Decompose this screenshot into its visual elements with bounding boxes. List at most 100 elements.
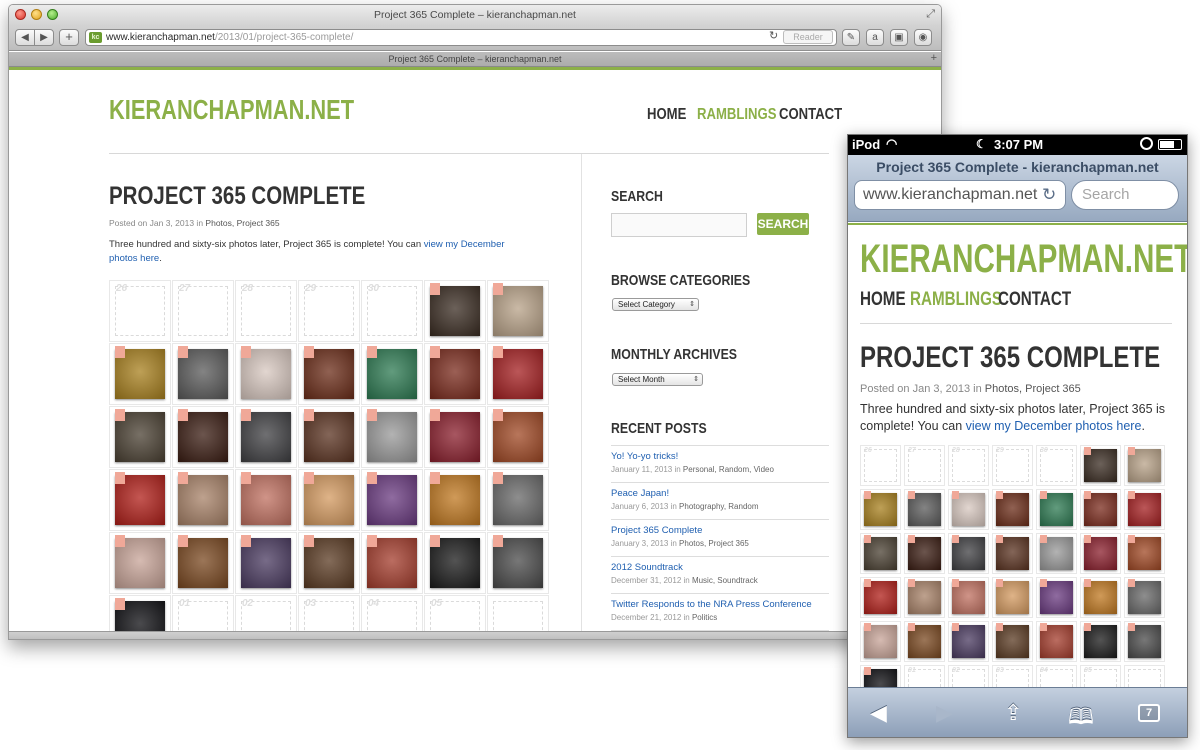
calendar-photo-cell[interactable] — [109, 595, 171, 632]
extension-camera-icon[interactable]: ◉ — [914, 29, 932, 46]
calendar-photo-cell[interactable] — [860, 621, 901, 662]
calendar-photo-cell[interactable] — [487, 469, 549, 531]
calendar-photo-cell[interactable] — [361, 343, 423, 405]
back-button[interactable]: ◀ — [15, 29, 35, 46]
calendar-photo-cell[interactable] — [235, 532, 297, 594]
add-bookmark-button[interactable]: + — [59, 29, 79, 46]
calendar-photo-cell[interactable] — [424, 280, 486, 342]
mobile-site-logo[interactable]: KIERANCHAPMAN.NET — [860, 237, 1187, 282]
calendar-photo-cell[interactable] — [172, 469, 234, 531]
forward-button[interactable]: ▶ — [34, 29, 54, 46]
mobile-nav-ramblings[interactable]: RAMBLINGS — [910, 289, 1002, 311]
calendar-photo-cell[interactable] — [860, 533, 901, 574]
calendar-photo-cell[interactable] — [860, 577, 901, 618]
calendar-photo-cell[interactable] — [424, 469, 486, 531]
calendar-photo-cell[interactable] — [948, 533, 989, 574]
search-input[interactable] — [611, 213, 747, 237]
mobile-search-input[interactable]: Search — [1071, 180, 1179, 210]
recent-post-link[interactable]: Twitter Responds to the NRA Press Confer… — [611, 599, 812, 610]
active-tab[interactable]: Project 365 Complete – kieranchapman.net — [9, 54, 941, 64]
calendar-photo-cell[interactable] — [109, 469, 171, 531]
calendar-photo-cell[interactable] — [298, 469, 360, 531]
mobile-forward-icon[interactable]: ▶ — [936, 700, 953, 726]
mobile-post-categories[interactable]: Photos, Project 365 — [985, 383, 1081, 395]
horizontal-scrollbar[interactable] — [9, 631, 941, 639]
extension-pen-icon[interactable]: ✎ — [842, 29, 860, 46]
nav-home[interactable]: HOME — [647, 106, 686, 124]
calendar-photo-cell[interactable] — [424, 406, 486, 468]
extension-amazon-icon[interactable]: a — [866, 29, 884, 46]
recent-post-categories[interactable]: Photos, Project 365 — [679, 539, 749, 548]
calendar-photo-cell[interactable] — [904, 621, 945, 662]
calendar-photo-cell[interactable] — [172, 532, 234, 594]
recent-post-categories[interactable]: Politics — [692, 613, 717, 622]
calendar-photo-cell[interactable] — [109, 406, 171, 468]
calendar-photo-cell[interactable] — [904, 533, 945, 574]
calendar-photo-cell[interactable] — [992, 577, 1033, 618]
calendar-photo-cell[interactable] — [1124, 621, 1165, 662]
calendar-photo-cell[interactable] — [487, 406, 549, 468]
search-button[interactable]: SEARCH — [757, 213, 809, 235]
calendar-photo-cell[interactable] — [172, 406, 234, 468]
calendar-photo-cell[interactable] — [860, 489, 901, 530]
calendar-photo-cell[interactable] — [904, 577, 945, 618]
mobile-post-title[interactable]: PROJECT 365 COMPLETE — [860, 341, 1160, 375]
new-tab-button[interactable]: + — [931, 52, 937, 64]
calendar-photo-cell[interactable] — [992, 489, 1033, 530]
calendar-photo-cell[interactable] — [361, 532, 423, 594]
calendar-photo-cell[interactable] — [992, 621, 1033, 662]
post-categories[interactable]: Photos, Project 365 — [205, 218, 279, 228]
calendar-photo-cell[interactable] — [1080, 621, 1121, 662]
calendar-photo-cell[interactable] — [361, 469, 423, 531]
calendar-photo-cell[interactable] — [298, 406, 360, 468]
address-bar[interactable]: kc www.kieranchapman.net/2013/01/project… — [85, 29, 837, 46]
mobile-nav-home[interactable]: HOME — [860, 289, 906, 311]
calendar-photo-cell[interactable] — [1036, 533, 1077, 574]
recent-post-categories[interactable]: Music, Soundtrack — [692, 576, 758, 585]
recent-post-link[interactable]: Peace Japan! — [611, 488, 669, 499]
calendar-photo-cell[interactable] — [424, 343, 486, 405]
nav-ramblings[interactable]: RAMBLINGS — [697, 106, 776, 124]
calendar-photo-cell[interactable] — [1036, 621, 1077, 662]
category-select[interactable]: Select Category ⇕ — [612, 298, 699, 311]
calendar-photo-cell[interactable] — [1124, 445, 1165, 486]
reload-icon[interactable]: ↻ — [769, 29, 778, 42]
calendar-photo-cell[interactable] — [487, 343, 549, 405]
calendar-photo-cell[interactable] — [172, 343, 234, 405]
calendar-photo-cell[interactable] — [109, 532, 171, 594]
calendar-photo-cell[interactable] — [860, 665, 901, 687]
recent-post-link[interactable]: Project 365 Complete — [611, 525, 702, 536]
tabs-count-icon[interactable]: 7 — [1138, 704, 1160, 722]
calendar-photo-cell[interactable] — [424, 532, 486, 594]
calendar-photo-cell[interactable] — [298, 532, 360, 594]
calendar-photo-cell[interactable] — [904, 489, 945, 530]
calendar-photo-cell[interactable] — [948, 621, 989, 662]
calendar-photo-cell[interactable] — [1080, 445, 1121, 486]
reader-button[interactable]: Reader — [783, 30, 833, 44]
calendar-photo-cell[interactable] — [235, 406, 297, 468]
calendar-photo-cell[interactable] — [1080, 577, 1121, 618]
calendar-photo-cell[interactable] — [235, 469, 297, 531]
calendar-photo-cell[interactable] — [361, 406, 423, 468]
mobile-back-icon[interactable]: ◀ — [870, 700, 887, 726]
recent-post-categories[interactable]: Photography, Random — [679, 502, 758, 511]
post-title[interactable]: PROJECT 365 COMPLETE — [109, 182, 365, 211]
calendar-photo-cell[interactable] — [1080, 533, 1121, 574]
bookmarks-icon[interactable]: 🕮 — [1068, 700, 1094, 737]
mobile-nav-contact[interactable]: CONTACT — [998, 289, 1071, 311]
recent-post-link[interactable]: 2012 Soundtrack — [611, 562, 683, 573]
mobile-reload-icon[interactable]: ↻ — [1042, 185, 1056, 205]
calendar-photo-cell[interactable] — [235, 343, 297, 405]
mobile-address-bar[interactable]: www.kieranchapman.net — [854, 180, 1066, 210]
calendar-photo-cell[interactable] — [948, 489, 989, 530]
share-icon[interactable]: ⇪ — [1004, 700, 1022, 726]
month-select[interactable]: Select Month ⇕ — [612, 373, 703, 386]
nav-contact[interactable]: CONTACT — [779, 106, 842, 124]
calendar-photo-cell[interactable] — [1124, 533, 1165, 574]
calendar-photo-cell[interactable] — [487, 280, 549, 342]
calendar-photo-cell[interactable] — [1036, 489, 1077, 530]
calendar-photo-cell[interactable] — [992, 533, 1033, 574]
recent-post-link[interactable]: Yo! Yo-yo tricks! — [611, 451, 678, 462]
calendar-photo-cell[interactable] — [298, 343, 360, 405]
calendar-photo-cell[interactable] — [109, 343, 171, 405]
